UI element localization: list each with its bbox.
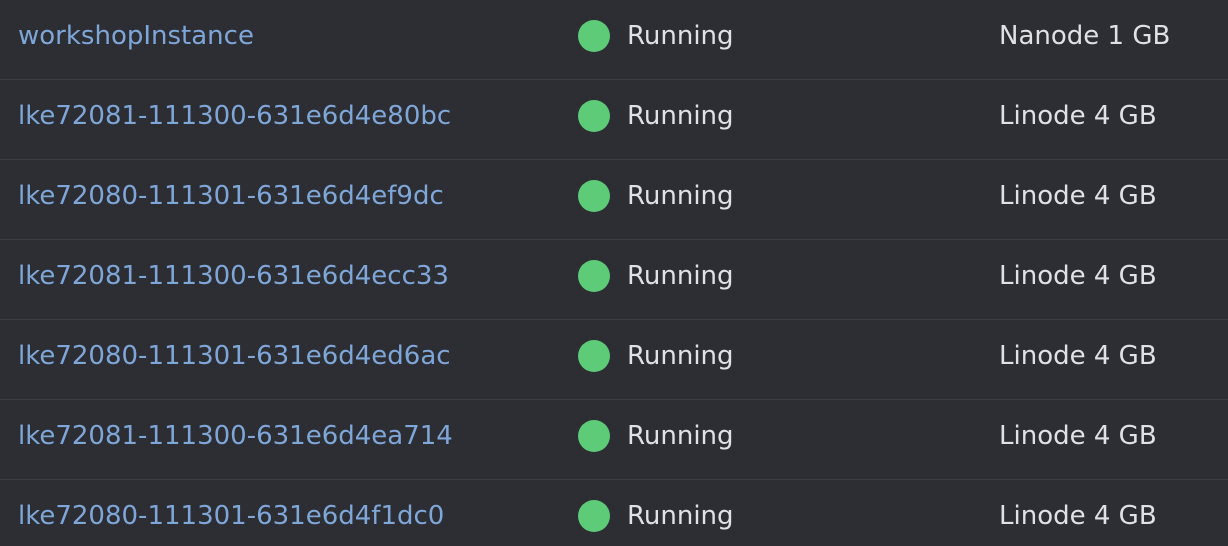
plan-text: Linode 4 GB [999,501,1157,531]
table-row: lke72080-111301-631e6d4f1dc0 Running Lin… [0,480,1228,546]
table-row: workshopInstance Running Nanode 1 GB [0,0,1228,80]
instance-name-link[interactable]: lke72080-111301-631e6d4ef9dc [18,160,444,232]
status-text: Running [627,501,734,531]
status-cell: Running [578,80,734,152]
instance-name-link[interactable]: workshopInstance [18,0,254,72]
plan-text: Linode 4 GB [999,341,1157,371]
plan-text: Linode 4 GB [999,421,1157,451]
status-running-icon [578,340,610,372]
table-row: lke72081-111300-631e6d4e80bc Running Lin… [0,80,1228,160]
plan-text: Linode 4 GB [999,101,1157,131]
status-text: Running [627,21,734,51]
plan-text: Nanode 1 GB [999,21,1171,51]
status-cell: Running [578,320,734,392]
status-text: Running [627,341,734,371]
instance-name-link[interactable]: lke72081-111300-631e6d4ecc33 [18,240,449,312]
table-row: lke72080-111301-631e6d4ef9dc Running Lin… [0,160,1228,240]
plan-text: Linode 4 GB [999,181,1157,211]
status-running-icon [578,420,610,452]
status-text: Running [627,181,734,211]
status-cell: Running [578,160,734,232]
instances-table: workshopInstance Running Nanode 1 GB lke… [0,0,1228,546]
table-row: lke72081-111300-631e6d4ea714 Running Lin… [0,400,1228,480]
instance-name-link[interactable]: lke72080-111301-631e6d4ed6ac [18,320,451,392]
table-row: lke72081-111300-631e6d4ecc33 Running Lin… [0,240,1228,320]
instance-name-link[interactable]: lke72081-111300-631e6d4e80bc [18,80,451,152]
status-text: Running [627,101,734,131]
table-row: lke72080-111301-631e6d4ed6ac Running Lin… [0,320,1228,400]
status-cell: Running [578,480,734,546]
status-cell: Running [578,400,734,472]
status-cell: Running [578,0,734,72]
status-running-icon [578,260,610,292]
status-text: Running [627,421,734,451]
plan-text: Linode 4 GB [999,261,1157,291]
status-running-icon [578,100,610,132]
status-running-icon [578,180,610,212]
status-text: Running [627,261,734,291]
status-running-icon [578,20,610,52]
instance-name-link[interactable]: lke72080-111301-631e6d4f1dc0 [18,480,444,546]
status-cell: Running [578,240,734,312]
instance-name-link[interactable]: lke72081-111300-631e6d4ea714 [18,400,453,472]
status-running-icon [578,500,610,532]
